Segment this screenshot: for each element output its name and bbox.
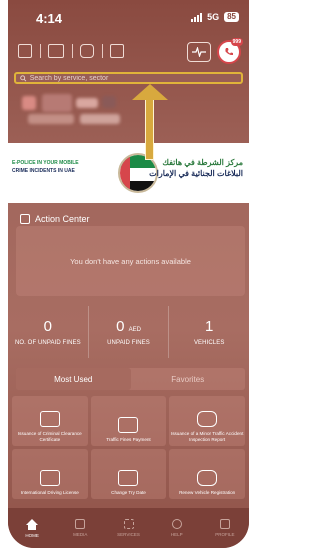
nav-home[interactable]: HOME (8, 508, 56, 548)
status-time: 4:14 (36, 11, 63, 26)
stat-value: 1 (205, 318, 214, 335)
search-input[interactable] (29, 74, 241, 82)
status-indicators: 5G 85 (191, 12, 239, 22)
document-icon (20, 214, 30, 224)
user-profile-blurred (22, 92, 142, 128)
bottom-nav: HOME MEDIA SERVICES HELP PROFILE (8, 508, 249, 548)
nav-profile[interactable]: PROFILE (201, 508, 249, 548)
divider (72, 44, 73, 58)
tab-most-used[interactable]: Most Used (16, 368, 131, 390)
annotation-arrow-head (132, 84, 168, 100)
divider (40, 44, 41, 58)
empty-actions-message: You don't have any actions available (70, 256, 191, 266)
id-card-icon[interactable] (48, 44, 64, 58)
nav-media[interactable]: MEDIA (56, 508, 104, 548)
banner-english-text: E-POLICE IN YOUR MOBILE CRIME INCIDENTS … (12, 160, 79, 174)
tab-favorites[interactable]: Favorites (131, 368, 246, 390)
nav-help[interactable]: HELP (153, 508, 201, 548)
network-label: 5G (207, 12, 220, 22)
stat-unpaid-fines-count[interactable]: 0 NO. OF UNPAID FINES (8, 306, 89, 358)
toolbar-right: 999 (187, 38, 243, 64)
services-tabs: Most Used Favorites (16, 368, 245, 390)
stats-row: 0 NO. OF UNPAID FINES 0 AED UNPAID FINES… (8, 306, 249, 358)
service-tile[interactable]: Issuance of a Minor Traffic Accident Ins… (169, 396, 245, 446)
action-center-title: Action Center (35, 214, 90, 224)
vehicle-renew-icon (197, 470, 218, 486)
divider (102, 44, 103, 58)
stat-label: VEHICLES (193, 340, 225, 346)
help-icon (171, 519, 182, 529)
signal-icon (191, 12, 203, 22)
emergency-badge: 999 (230, 38, 243, 46)
service-tile[interactable]: Traffic Fines Payment (90, 396, 167, 446)
scan-icon[interactable] (110, 44, 124, 58)
stat-value: 0 (43, 318, 52, 335)
payment-icon (118, 417, 139, 433)
status-bar: 4:14 5G 85 (8, 0, 249, 34)
top-toolbar: 999 (18, 38, 243, 66)
service-tile[interactable]: International Driving License (12, 449, 88, 499)
pulse-icon[interactable] (187, 42, 211, 62)
car-accident-icon (197, 411, 218, 427)
service-tile[interactable]: Renew Vehicle Registration (169, 449, 245, 499)
certificate-icon (39, 411, 60, 427)
wallet-icon[interactable] (80, 44, 94, 58)
emergency-call-button[interactable]: 999 (217, 38, 243, 64)
search-icon (20, 74, 27, 81)
stat-label: UNPAID FINES (107, 340, 150, 346)
service-tile[interactable]: Issuance of Criminal Clearance Certifica… (12, 396, 88, 446)
calendar-car-icon (118, 470, 139, 486)
home-icon (26, 518, 39, 530)
license-card-icon (39, 470, 60, 486)
service-tile[interactable]: Change Try Date (90, 449, 167, 499)
action-center-card: You don't have any actions available (16, 226, 245, 296)
app-screen: 4:14 5G 85 999 Search by service, sector… (8, 0, 249, 548)
profile-icon (219, 519, 230, 529)
action-center-header: Action Center (20, 214, 90, 224)
nav-services[interactable]: SERVICES (104, 508, 152, 548)
media-icon (75, 519, 86, 529)
search-bar[interactable] (14, 72, 243, 84)
services-grid: Issuance of Criminal Clearance Certifica… (12, 396, 245, 499)
calendar-icon[interactable] (18, 44, 32, 58)
stat-label: NO. OF UNPAID FINES (14, 340, 81, 346)
phone-icon (225, 48, 233, 56)
battery-icon: 85 (224, 12, 239, 22)
stat-unpaid-fines-amount[interactable]: 0 AED UNPAID FINES (89, 306, 170, 358)
services-grid-icon (123, 519, 134, 529)
stat-vehicles[interactable]: 1 VEHICLES (169, 306, 249, 358)
stat-value: 0 AED (116, 318, 141, 335)
annotation-arrow-shaft (145, 96, 154, 160)
promo-banner[interactable]: E-POLICE IN YOUR MOBILE CRIME INCIDENTS … (8, 143, 249, 203)
banner-arabic-text: مركز الشرطة في هاتفك البلاغات الجنائية ف… (149, 158, 243, 178)
